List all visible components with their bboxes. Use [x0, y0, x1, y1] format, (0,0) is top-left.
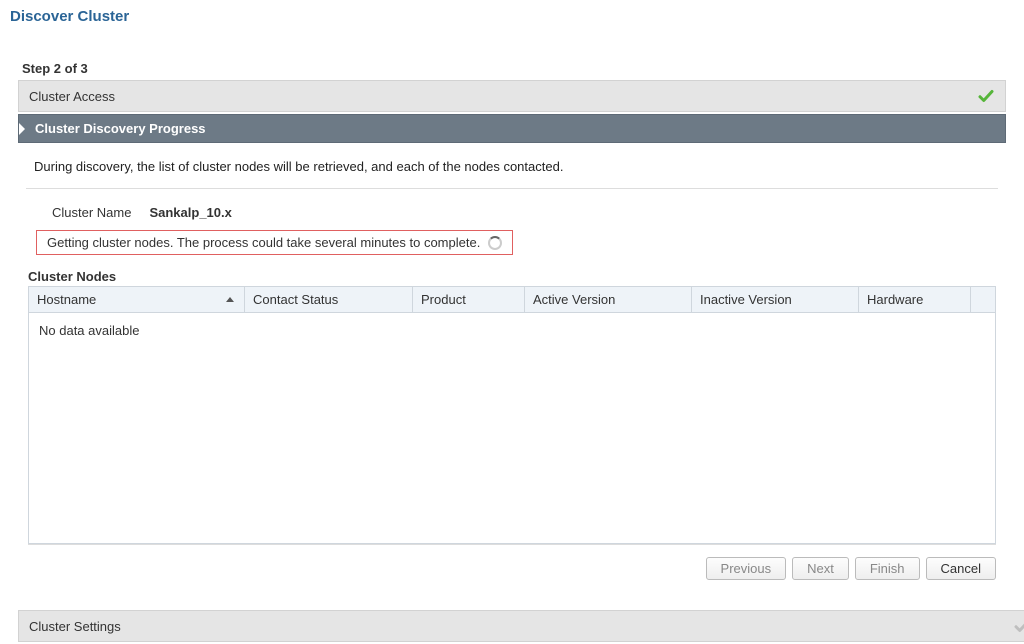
col-hardware-label: Hardware: [867, 292, 923, 307]
table-header: Hostname Contact Status Product Active V…: [29, 287, 995, 313]
finish-button[interactable]: Finish: [855, 557, 920, 580]
band-cluster-access[interactable]: Cluster Access: [18, 80, 1006, 112]
band-cluster-access-label: Cluster Access: [29, 89, 115, 104]
cancel-button[interactable]: Cancel: [926, 557, 996, 580]
step-indicator: Step 2 of 3: [22, 61, 1006, 76]
col-active-version-label: Active Version: [533, 292, 615, 307]
col-tail: [971, 287, 995, 312]
status-message-box: Getting cluster nodes. The process could…: [36, 230, 513, 255]
sort-asc-icon: [226, 297, 234, 302]
col-hardware[interactable]: Hardware: [859, 287, 971, 312]
col-product[interactable]: Product: [413, 287, 525, 312]
status-message-text: Getting cluster nodes. The process could…: [47, 235, 480, 250]
table-empty-text: No data available: [29, 313, 995, 348]
check-icon: [1013, 617, 1024, 635]
cluster-nodes-table: Hostname Contact Status Product Active V…: [28, 286, 996, 544]
col-hostname[interactable]: Hostname: [29, 287, 245, 312]
table-body: No data available: [29, 313, 995, 543]
previous-button[interactable]: Previous: [706, 557, 787, 580]
wizard-footer: Previous Next Finish Cancel: [28, 544, 996, 588]
cluster-name-label: Cluster Name: [52, 205, 131, 220]
cluster-name-value: Sankalp_10.x: [149, 205, 231, 220]
col-inactive-version-label: Inactive Version: [700, 292, 792, 307]
band-cluster-discovery-progress: Cluster Discovery Progress: [18, 114, 1006, 143]
col-hostname-label: Hostname: [37, 292, 96, 307]
next-button[interactable]: Next: [792, 557, 849, 580]
band-cluster-settings-label: Cluster Settings: [29, 619, 121, 634]
step-description: During discovery, the list of cluster no…: [26, 145, 998, 189]
col-product-label: Product: [421, 292, 466, 307]
band-cluster-settings[interactable]: Cluster Settings: [18, 610, 1024, 642]
band-cluster-discovery-progress-label: Cluster Discovery Progress: [29, 121, 206, 136]
col-active-version[interactable]: Active Version: [525, 287, 692, 312]
col-inactive-version[interactable]: Inactive Version: [692, 287, 859, 312]
col-contact-status-label: Contact Status: [253, 292, 338, 307]
col-contact-status[interactable]: Contact Status: [245, 287, 413, 312]
check-icon: [977, 87, 995, 105]
page-title: Discover Cluster: [0, 0, 1024, 31]
table-title: Cluster Nodes: [28, 269, 998, 284]
spinner-icon: [488, 236, 502, 250]
